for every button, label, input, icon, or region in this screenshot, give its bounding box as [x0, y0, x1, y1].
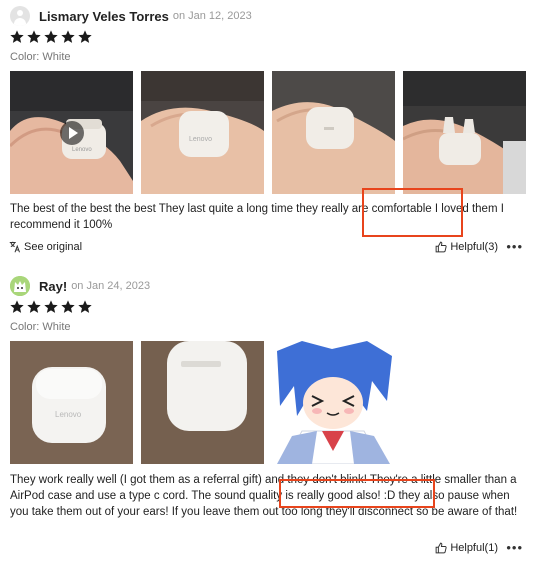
reviewer-name: Lismary Veles Torres: [39, 8, 169, 24]
review-footer: Helpful(1) •••: [0, 540, 533, 558]
star-icon: [26, 29, 43, 45]
avatar[interactable]: [10, 6, 30, 26]
star-icon: [77, 29, 94, 45]
star-icon: [43, 29, 60, 45]
see-original-button[interactable]: See original: [9, 241, 82, 253]
play-icon[interactable]: [60, 121, 84, 145]
star-icon: [77, 299, 94, 315]
review-photo[interactable]: [272, 71, 395, 194]
avatar[interactable]: [10, 276, 30, 296]
star-icon: [9, 29, 26, 45]
review-photo[interactable]: [141, 341, 264, 464]
highlight-box: [362, 188, 463, 237]
helpful-button[interactable]: Helpful(1): [435, 542, 498, 554]
review-photo[interactable]: [403, 71, 526, 194]
helpful-count: Helpful(1): [450, 542, 498, 554]
star-rating: [9, 29, 94, 45]
highlight-box: [279, 479, 435, 508]
star-icon: [9, 299, 26, 315]
helpful-count: Helpful(3): [450, 241, 498, 253]
review-text: They work really well (I got them as a r…: [10, 474, 518, 518]
review-footer: See original Helpful(3) •••: [0, 239, 533, 257]
star-rating: [9, 299, 94, 315]
review-header: Ray! on Jan 24, 2023: [10, 276, 150, 296]
review-photos: Lenovo: [10, 341, 403, 464]
star-icon: [26, 299, 43, 315]
review-video-thumbnail[interactable]: Lenovo: [10, 71, 133, 194]
thumbs-up-icon: [435, 542, 447, 554]
star-icon: [60, 29, 77, 45]
see-original-label: See original: [24, 241, 83, 253]
thumbs-up-icon: [435, 241, 447, 253]
review-date: on Jan 12, 2023: [172, 10, 252, 22]
more-options-button[interactable]: •••: [506, 540, 523, 555]
review-header: Lismary Veles Torres on Jan 12, 2023: [10, 6, 252, 26]
color-variant: Color: White: [10, 51, 71, 63]
more-options-button[interactable]: •••: [506, 239, 523, 254]
review-photo[interactable]: Lenovo: [141, 71, 264, 194]
review-photo[interactable]: [272, 341, 395, 464]
star-icon: [43, 299, 60, 315]
helpful-button[interactable]: Helpful(3): [435, 241, 498, 253]
reviewer-name: Ray!: [39, 278, 68, 294]
svg-text:Lenovo: Lenovo: [55, 410, 82, 419]
star-icon: [60, 299, 77, 315]
translate-icon: [9, 241, 20, 253]
svg-text:Lenovo: Lenovo: [189, 136, 212, 143]
svg-text:Lenovo: Lenovo: [72, 147, 92, 153]
review-date: on Jan 24, 2023: [71, 280, 151, 292]
review-photos: Lenovo Lenovo: [10, 71, 533, 194]
color-variant: Color: White: [10, 321, 71, 333]
review-photo[interactable]: Lenovo: [10, 341, 133, 464]
